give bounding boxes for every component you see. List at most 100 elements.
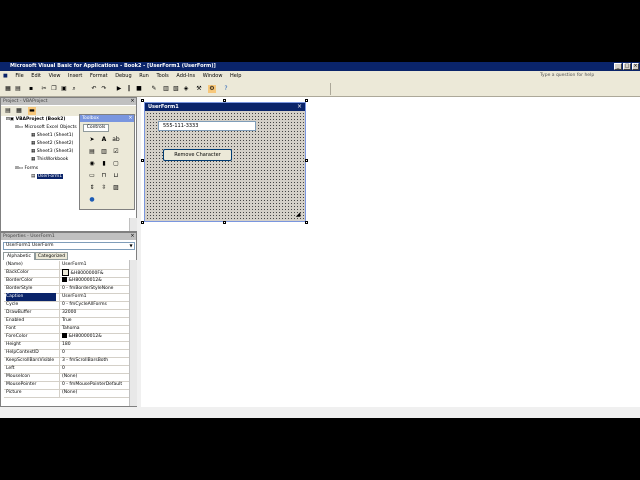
- scrollbar-icon[interactable]: ⇕: [88, 184, 96, 192]
- vba-icon: ■: [3, 73, 8, 79]
- toolbox-tab-controls[interactable]: Controls: [83, 124, 109, 132]
- view-object-icon[interactable]: ▦: [15, 107, 23, 115]
- tree-vbaproject[interactable]: ⊟▣ VBAProject (Book2): [6, 117, 65, 122]
- close-icon[interactable]: ×: [129, 98, 136, 105]
- textbox-icon[interactable]: ab: [112, 136, 120, 144]
- toolbox-window: Toolbox × Controls ➤ A ab ▤ ▥ ☑ ◉ ▮ ▢ ▭ …: [79, 114, 135, 210]
- toggle-button-icon[interactable]: ▮: [100, 160, 108, 168]
- view-code-icon[interactable]: ▤: [4, 107, 12, 115]
- cut-icon[interactable]: ✂: [40, 85, 48, 93]
- mdi-client-area: UserForm1 × 555-111-3333 Remove Characte…: [141, 97, 640, 407]
- resize-handle[interactable]: [141, 99, 144, 102]
- form-designer-window: UserForm1 × 555-111-3333 Remove Characte…: [141, 97, 640, 407]
- color-swatch: [62, 277, 67, 282]
- window-title: Microsoft Visual Basic for Applications …: [10, 63, 216, 69]
- tab-categorized[interactable]: Categorized: [35, 252, 68, 260]
- object-selector-value: UserForm1 UserForm: [6, 243, 54, 248]
- resize-handle[interactable]: [223, 99, 226, 102]
- standard-toolbar: ▦ ▤ ▪ ✂ ❐ ▣ ⌕ ↶ ↷ ▶ ‖ ■ ✎ ▥ ▧ ◈ ⚒ ⚙ ?: [0, 81, 640, 97]
- tree-forms[interactable]: ⊟▭ Forms: [15, 166, 38, 171]
- properties-scrollbar[interactable]: [129, 260, 137, 406]
- project-icon: ⊟▣: [6, 117, 16, 122]
- phone-textbox[interactable]: 555-111-3333: [158, 121, 256, 131]
- close-icon[interactable]: ×: [295, 103, 304, 111]
- command-button-icon[interactable]: ▭: [88, 172, 96, 180]
- userform-canvas[interactable]: 555-111-3333 Remove Character: [146, 112, 304, 220]
- userform-designer[interactable]: UserForm1 × 555-111-3333 Remove Characte…: [144, 102, 306, 222]
- tree-sheet3[interactable]: ▦ Sheet3 (Sheet3): [31, 149, 73, 154]
- select-objects-icon[interactable]: ➤: [88, 136, 96, 144]
- checkbox-icon[interactable]: ☑: [112, 148, 120, 156]
- option-button-icon[interactable]: ◉: [88, 160, 96, 168]
- refedit-icon[interactable]: ●: [88, 196, 96, 204]
- tree-userform1[interactable]: ▤ UserForm1: [31, 174, 64, 179]
- combobox-icon[interactable]: ▤: [88, 148, 96, 156]
- image-icon[interactable]: ▨: [112, 184, 120, 192]
- toggle-folders-icon[interactable]: ▬: [28, 107, 36, 115]
- resize-handle[interactable]: [141, 221, 144, 224]
- menu-format[interactable]: Format: [87, 71, 111, 81]
- chevron-down-icon[interactable]: ▼: [128, 243, 134, 249]
- properties-window-icon[interactable]: ▧: [172, 85, 180, 93]
- menu-file[interactable]: File: [12, 71, 26, 81]
- menu-window[interactable]: Window: [200, 71, 226, 81]
- help-search-box[interactable]: Type a question for help: [540, 72, 628, 80]
- toolbar-separator: [330, 83, 333, 95]
- redo-icon[interactable]: ↷: [100, 85, 108, 93]
- break-icon[interactable]: ‖: [125, 85, 133, 93]
- tab-alphabetic[interactable]: Alphabetic: [3, 252, 35, 260]
- menu-view[interactable]: View: [46, 71, 64, 81]
- insert-form-icon[interactable]: ▤: [14, 85, 22, 93]
- tree-excel-objects[interactable]: ⊟▭ Microsoft Excel Objects: [15, 125, 77, 130]
- project-scrollbar[interactable]: [129, 218, 137, 231]
- tabstrip-icon[interactable]: ⊓: [100, 172, 108, 180]
- resize-handle[interactable]: [141, 159, 144, 162]
- properties-grid: (Name) UserForm1 BackColor &H8000000F& Bo…: [1, 260, 137, 406]
- resize-handle[interactable]: [305, 221, 308, 224]
- save-icon[interactable]: ▪: [27, 85, 35, 93]
- userform-title: UserForm1: [145, 103, 305, 111]
- menu-help[interactable]: Help: [227, 71, 244, 81]
- object-browser-icon[interactable]: ◈: [182, 85, 190, 93]
- tree-sheet1[interactable]: ▦ Sheet1 (Sheet1): [31, 133, 73, 138]
- find-icon[interactable]: ⌕: [70, 85, 78, 93]
- tree-thisworkbook[interactable]: ▦ ThisWorkbook: [31, 157, 68, 162]
- minimize-button[interactable]: _: [614, 63, 622, 70]
- close-button[interactable]: ×: [632, 63, 639, 70]
- tree-sheet2[interactable]: ▦ Sheet2 (Sheet2): [31, 141, 73, 146]
- menu-edit[interactable]: Edit: [28, 71, 44, 81]
- object-selector[interactable]: UserForm1 UserForm ▼: [3, 242, 135, 250]
- remove-character-button[interactable]: Remove Character: [163, 149, 232, 161]
- menu-add-ins[interactable]: Add-Ins: [173, 71, 198, 81]
- paste-icon[interactable]: ▣: [60, 85, 68, 93]
- copy-icon[interactable]: ❐: [50, 85, 58, 93]
- toolbox-icon[interactable]: ⚒: [195, 85, 203, 93]
- close-icon[interactable]: ×: [129, 233, 136, 240]
- frame-icon[interactable]: ▢: [112, 160, 120, 168]
- project-explorer-icon[interactable]: ▥: [162, 85, 170, 93]
- design-mode-icon[interactable]: ✎: [150, 85, 158, 93]
- run-icon[interactable]: ▶: [115, 85, 123, 93]
- listbox-icon[interactable]: ▥: [100, 148, 108, 156]
- undo-icon[interactable]: ↶: [90, 85, 98, 93]
- spinbutton-icon[interactable]: ⇳: [100, 184, 108, 192]
- label-icon[interactable]: A: [100, 136, 108, 144]
- menu-tools[interactable]: Tools: [153, 71, 171, 81]
- property-row[interactable]: Picture (None): [4, 389, 133, 398]
- color-swatch: [62, 333, 67, 338]
- toolbox-active-icon[interactable]: ⚙: [208, 85, 216, 93]
- resize-grip-icon[interactable]: ◢: [293, 210, 303, 220]
- multipage-icon[interactable]: ⊔: [112, 172, 120, 180]
- menu-insert[interactable]: Insert: [65, 71, 85, 81]
- resize-handle[interactable]: [223, 221, 226, 224]
- resize-handle[interactable]: [305, 159, 308, 162]
- menu-run[interactable]: Run: [136, 71, 152, 81]
- menu-debug[interactable]: Debug: [112, 71, 134, 81]
- reset-icon[interactable]: ■: [135, 85, 143, 93]
- help-icon[interactable]: ?: [222, 85, 230, 93]
- project-pane-title: Project - VBAProject: [1, 98, 136, 105]
- close-icon[interactable]: ×: [127, 115, 134, 122]
- resize-handle[interactable]: [305, 99, 308, 102]
- excel-icon[interactable]: ▦: [4, 85, 12, 93]
- maximize-button[interactable]: □: [623, 63, 631, 70]
